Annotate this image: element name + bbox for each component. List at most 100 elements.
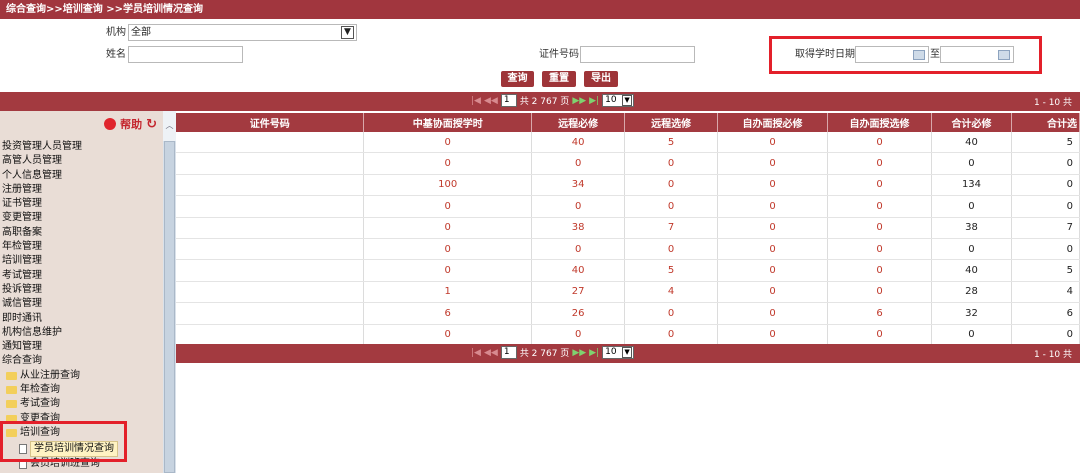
subitem-label: 从业注册查询	[20, 369, 80, 381]
last-page-icon[interactable]: ▶|	[589, 96, 599, 106]
cell: 6	[827, 302, 932, 325]
calendar-icon[interactable]	[998, 50, 1010, 60]
col-header[interactable]: 合计必修	[931, 113, 1012, 132]
name-input[interactable]	[128, 46, 243, 63]
cell: 4	[1011, 281, 1080, 304]
page-size-select[interactable]: 10 ▼	[602, 346, 635, 359]
sidebar-item[interactable]: 投资管理人员管理	[2, 140, 162, 154]
cell: 0	[827, 217, 932, 239]
col-header[interactable]: 中基协面授学时	[363, 113, 533, 132]
help-icon[interactable]	[104, 118, 117, 130]
sidebar-item[interactable]: 年检管理	[2, 240, 162, 254]
prev-page-icon[interactable]: ◀◀	[484, 96, 498, 106]
chevron-up-icon[interactable]: ︿	[163, 111, 176, 141]
col-header[interactable]: 证件号码	[175, 113, 365, 132]
cell: 6	[363, 302, 533, 325]
page-input[interactable]: 1	[500, 346, 517, 359]
date-to-input[interactable]	[940, 46, 1014, 63]
sidebar: 帮助 ↻ ︿ 投资管理人员管理 高管人员管理 个人信息管理 注册管理 证书管理 …	[0, 111, 176, 473]
sidebar-item[interactable]: 综合查询	[2, 354, 162, 368]
cell: 0	[827, 238, 932, 261]
sidebar-subitem[interactable]: 考试查询	[2, 397, 162, 411]
sidebar-item[interactable]: 机构信息维护	[2, 326, 162, 340]
sidebar-item[interactable]: 高职备案	[2, 226, 162, 240]
refresh-icon[interactable]: ↻	[146, 117, 157, 132]
sidebar-subitem[interactable]: 年检查询	[2, 383, 162, 397]
cell: 0	[717, 217, 829, 239]
sidebar-item[interactable]: 考试管理	[2, 269, 162, 283]
col-header[interactable]: 合计选	[1011, 113, 1080, 132]
col-header[interactable]: 远程选修	[624, 113, 719, 132]
cell: 5	[624, 132, 719, 154]
breadcrumb: 综合查询>>培训查询 >>学员培训情况查询	[0, 0, 1080, 19]
sidebar-item[interactable]: 诚信管理	[2, 297, 162, 311]
sidebar-item[interactable]: 投诉管理	[2, 283, 162, 297]
cell: 0	[931, 324, 1012, 346]
first-page-icon[interactable]: |◀	[471, 96, 481, 106]
col-header[interactable]: 远程必修	[531, 113, 626, 132]
cell: 0	[717, 238, 829, 261]
sidebar-item[interactable]: 个人信息管理	[2, 169, 162, 183]
page-total: 共 2 767 页	[519, 97, 570, 107]
sidebar-item[interactable]: 注册管理	[2, 183, 162, 197]
cell: 0	[1011, 195, 1080, 218]
date-separator: 至	[930, 49, 940, 60]
cell: 0	[624, 302, 719, 325]
cell: 0	[624, 324, 719, 346]
sidebar-scrollbar[interactable]: ︿	[163, 111, 176, 473]
sidebar-item[interactable]: 证书管理	[2, 197, 162, 211]
menu-highlight	[0, 421, 127, 462]
first-page-icon[interactable]: |◀	[471, 348, 481, 358]
calendar-icon[interactable]	[913, 50, 925, 60]
page-input[interactable]: 1	[500, 94, 517, 107]
cell	[175, 152, 365, 175]
cell: 5	[1011, 259, 1080, 282]
chevron-down-icon[interactable]: ▼	[341, 26, 354, 39]
cell: 0	[717, 324, 829, 346]
cell: 7	[1011, 217, 1080, 239]
export-button[interactable]: 导出	[584, 71, 618, 87]
cell: 0	[624, 195, 719, 218]
cell: 1	[363, 281, 533, 304]
cell	[175, 238, 365, 261]
col-header[interactable]: 自办面授必修	[717, 113, 829, 132]
date-from-input[interactable]	[855, 46, 929, 63]
next-page-icon[interactable]: ▶▶	[572, 348, 586, 358]
sidebar-item[interactable]: 高管人员管理	[2, 154, 162, 168]
cell: 0	[717, 302, 829, 325]
cell: 0	[717, 152, 829, 175]
help-link[interactable]: 帮助	[120, 116, 142, 132]
cell: 0	[363, 132, 533, 154]
page-range: 1 - 10 共	[1034, 350, 1073, 360]
cell: 0	[363, 152, 533, 175]
cert-input[interactable]	[580, 46, 695, 63]
cell: 0	[363, 238, 533, 261]
last-page-icon[interactable]: ▶|	[589, 348, 599, 358]
scrollbar-thumb[interactable]	[164, 141, 175, 473]
sidebar-header: 帮助 ↻	[0, 111, 163, 137]
prev-page-icon[interactable]: ◀◀	[484, 348, 498, 358]
pager-top: |◀ ◀◀ 1 共 2 767 页 ▶▶ ▶| 10 ▼ 1 - 10 共	[0, 92, 1080, 111]
sidebar-item[interactable]: 变更管理	[2, 211, 162, 225]
cell: 0	[531, 324, 626, 346]
sidebar-item[interactable]: 培训管理	[2, 254, 162, 268]
sidebar-item[interactable]: 通知管理	[2, 340, 162, 354]
name-label: 姓名	[106, 49, 126, 60]
next-page-icon[interactable]: ▶▶	[572, 96, 586, 106]
cell: 0	[1011, 174, 1080, 197]
reset-button[interactable]: 重置	[542, 71, 576, 87]
cell: 0	[717, 259, 829, 282]
cell: 0	[1011, 324, 1080, 346]
query-button[interactable]: 查询	[501, 71, 534, 87]
sidebar-subitem[interactable]: 从业注册查询	[2, 369, 162, 383]
folder-icon	[6, 400, 17, 409]
cell	[175, 217, 365, 239]
cell: 0	[827, 324, 932, 346]
sidebar-item[interactable]: 即时通讯	[2, 312, 162, 326]
page-size-select[interactable]: 10 ▼	[602, 94, 635, 107]
cell: 0	[531, 238, 626, 261]
col-header[interactable]: 自办面授选修	[827, 113, 932, 132]
org-select[interactable]: 全部 ▼	[128, 24, 357, 41]
org-select-value: 全部	[131, 27, 151, 38]
cell: 32	[931, 302, 1012, 325]
